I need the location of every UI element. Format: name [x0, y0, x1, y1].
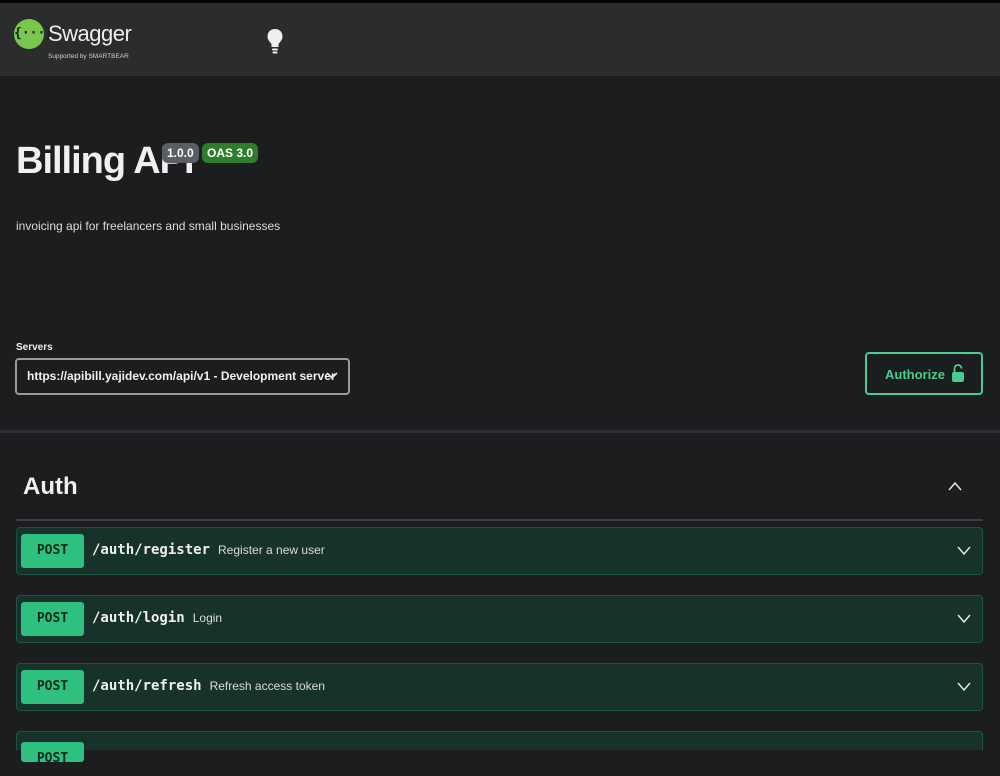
path-text: /auth/register [92, 542, 211, 558]
operation-auth-register[interactable]: POST /auth/register Register a new user [16, 527, 983, 575]
operation-summary: Register a new user [218, 543, 325, 557]
operation-partial[interactable]: POST [16, 731, 983, 766]
operation-path: /auth/refresh Refresh access token [92, 678, 325, 694]
method-badge: POST [21, 742, 84, 766]
operation-auth-refresh[interactable]: POST /auth/refresh Refresh access token [16, 663, 983, 711]
chevron-down-icon[interactable] [956, 545, 972, 557]
operation-summary: Login [192, 611, 223, 625]
swagger-logo-icon: {···} [14, 19, 53, 49]
logo-subtitle: Supported by SMARTBEAR [48, 53, 129, 60]
chevron-down-icon[interactable] [956, 613, 972, 625]
path-text: /auth/login [92, 610, 185, 626]
method-badge: POST [21, 670, 84, 704]
unlock-icon [952, 364, 964, 382]
method-badge: POST [21, 602, 84, 636]
version-badge: 1.0.0 [162, 143, 199, 163]
operation-summary: Refresh access token [209, 679, 325, 693]
tag-header-auth[interactable]: Auth [16, 464, 983, 521]
chevron-up-icon[interactable] [947, 480, 963, 492]
chevron-down-icon[interactable] [956, 681, 972, 693]
path-text: /auth/refresh [92, 678, 202, 694]
method-badge: POST [21, 534, 84, 568]
api-description: invoicing api for freelancers and small … [16, 219, 281, 233]
lightbulb-icon[interactable] [266, 27, 284, 55]
logo-word: Swagger [48, 21, 132, 46]
tag-name: Auth [23, 473, 78, 500]
topbar: {···} Swagger Supported by SMARTBEAR [0, 0, 1000, 76]
api-info: Billing API 1.0.0 OAS 3.0 [16, 140, 259, 183]
swagger-logo[interactable]: {···} Swagger Supported by SMARTBEAR [14, 17, 134, 67]
server-select[interactable]: https://apibill.yajidev.com/api/v1 - Dev… [15, 358, 350, 395]
server-select-value: https://apibill.yajidev.com/api/v1 - Dev… [27, 369, 336, 383]
authorize-label: Authorize [885, 367, 945, 382]
operation-auth-login[interactable]: POST /auth/login Login [16, 595, 983, 643]
oas-badge: OAS 3.0 [202, 143, 259, 163]
chevron-down-icon [326, 372, 338, 380]
servers-label: Servers [16, 342, 53, 353]
authorize-button[interactable]: Authorize [865, 352, 983, 395]
operation-path: /auth/login Login [92, 610, 222, 626]
operation-path: /auth/register Register a new user [92, 542, 325, 558]
section-divider [0, 430, 1000, 433]
